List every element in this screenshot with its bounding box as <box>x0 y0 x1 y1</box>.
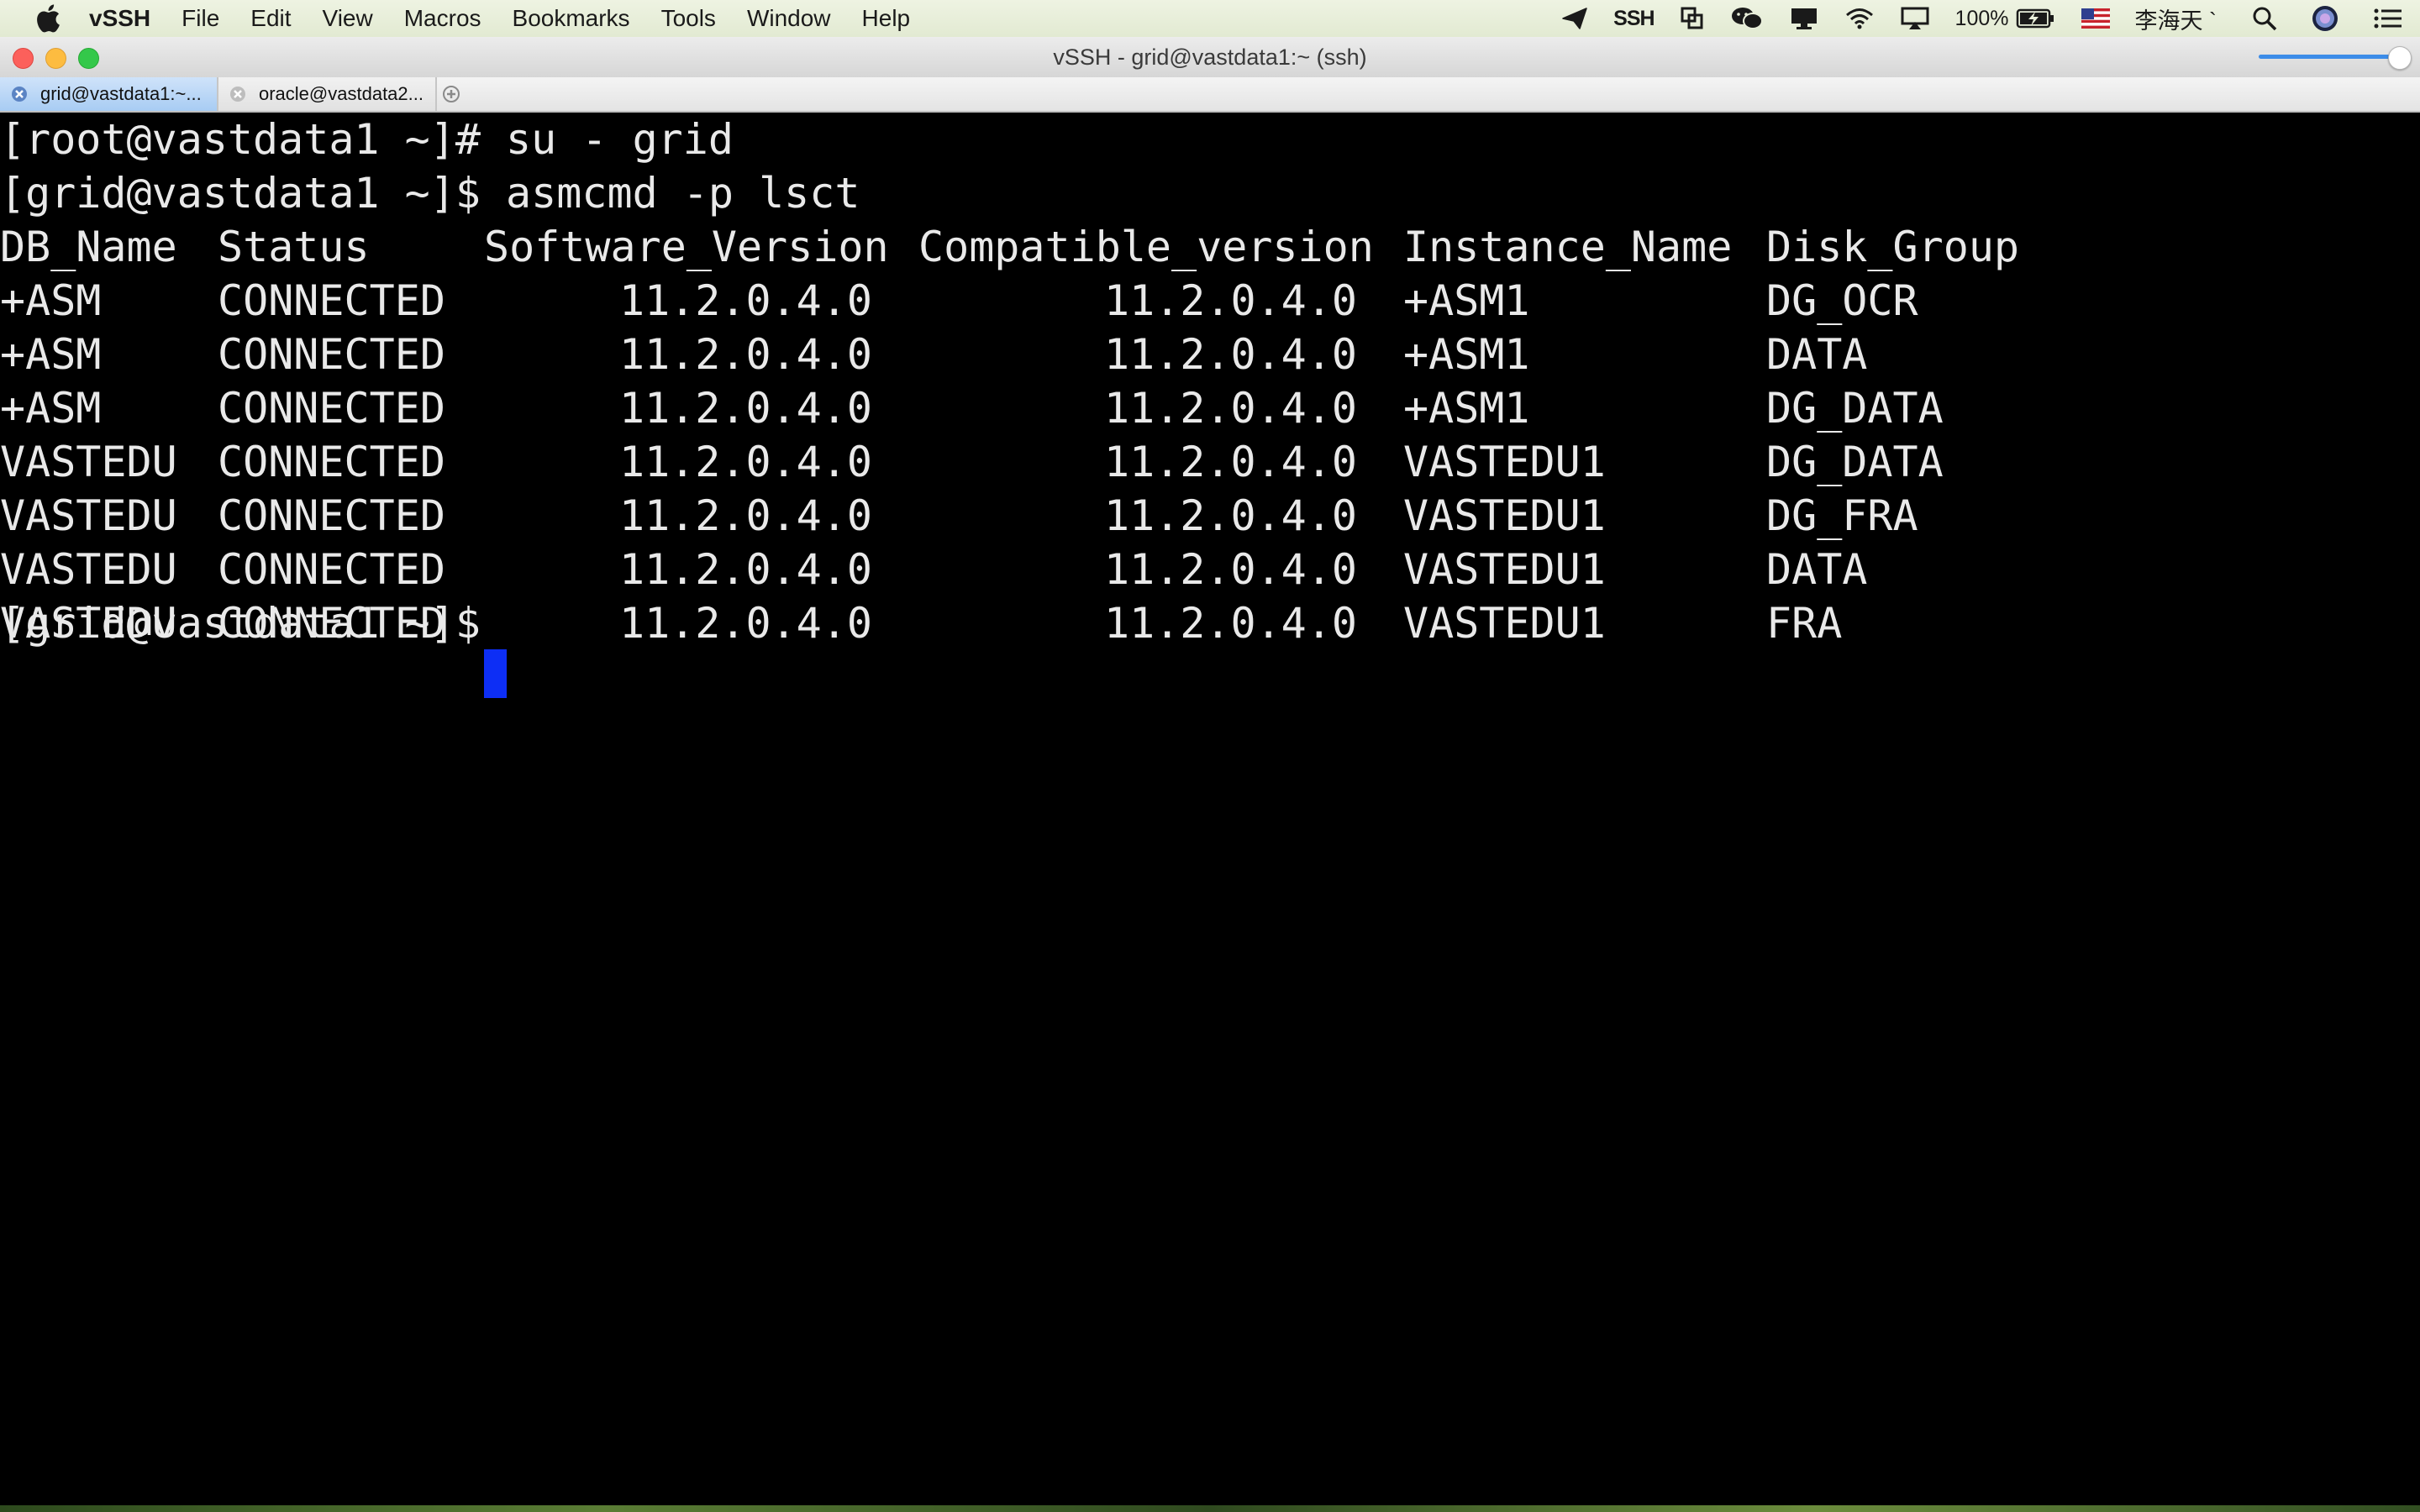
terminal-line: [grid@vastdata1 ~]$ asmcmd -p lsct <box>0 169 860 218</box>
terminal-cursor <box>484 649 507 698</box>
new-tab-plus-icon[interactable] <box>442 85 460 103</box>
header-disk-group: Disk_Group <box>1766 223 2020 271</box>
tab-close-icon[interactable] <box>10 85 29 103</box>
menu-bar: vSSH File Edit View Macros Bookmarks Too… <box>0 0 2420 37</box>
battery-percent: 100% <box>1954 6 2009 30</box>
cell-disk-group: DATA <box>1766 330 1868 379</box>
cell-disk-group: DG_DATA <box>1766 438 1944 486</box>
cell-db-name: +ASM <box>0 330 102 379</box>
tab-bar: grid@vastdata1:~... oracle@vastdata2... <box>0 77 2420 113</box>
wifi-icon[interactable] <box>1844 7 1875 30</box>
cell-instance-name: VASTEDU1 <box>1403 438 1606 486</box>
paper-plane-icon[interactable] <box>1561 7 1588 30</box>
ssh-status-label: SSH <box>1613 6 1655 30</box>
header-instance-name: Instance_Name <box>1403 223 1733 271</box>
list-icon[interactable] <box>2373 7 2403 30</box>
terminal-prompt: [grid@vastdata1 ~]$ <box>0 599 507 648</box>
table-row: VASTEDU CONNECTED 11.2.0.4.0 11.2.0.4.0 VAST… <box>0 489 2420 543</box>
tab-close-icon[interactable] <box>229 85 247 103</box>
table-row: +ASM CONNECTED 11.2.0.4.0 11.2.0.4.0 +ASM1 DG… <box>0 274 2420 328</box>
ssh-icon[interactable]: SSH <box>1613 6 1655 31</box>
cell-instance-name: +ASM1 <box>1403 330 1530 379</box>
menu-tools[interactable]: Tools <box>661 5 716 32</box>
tab-grid-vastdata1[interactable]: grid@vastdata1:~... <box>0 77 218 111</box>
status-area: SSH 100% 李海天 ` <box>1536 0 2403 37</box>
cell-compatible-version: 11.2.0.4.0 <box>1103 599 1357 648</box>
cell-disk-group: DATA <box>1766 545 1868 594</box>
wechat-icon[interactable] <box>1730 5 1764 32</box>
menu-edit[interactable]: Edit <box>250 5 291 32</box>
table-row: +ASM CONNECTED 11.2.0.4.0 11.2.0.4.0 +ASM1 DG… <box>0 381 2420 435</box>
cell-status: CONNECTED <box>218 438 445 486</box>
cell-compatible-version: 11.2.0.4.0 <box>1103 330 1357 379</box>
apple-icon[interactable] <box>35 4 60 33</box>
menu-view[interactable]: View <box>323 5 373 32</box>
terminal-area[interactable]: [root@vastdata1 ~]# su - grid [grid@vast… <box>0 113 2420 1505</box>
copy-icon[interactable] <box>1680 6 1705 31</box>
cell-status: CONNECTED <box>218 384 445 433</box>
window-title-bar[interactable]: vSSH - grid@vastdata1:~ (ssh) <box>0 37 2420 77</box>
monitor-icon[interactable] <box>1789 6 1819 31</box>
cell-disk-group: DG_FRA <box>1766 491 1918 540</box>
cell-status: CONNECTED <box>218 545 445 594</box>
cell-compatible-version: 11.2.0.4.0 <box>1103 384 1357 433</box>
cell-db-name: VASTEDU <box>0 491 177 540</box>
cell-software-version: 11.2.0.4.0 <box>618 545 872 594</box>
cell-software-version: 11.2.0.4.0 <box>618 384 872 433</box>
menu-macros[interactable]: Macros <box>404 5 481 32</box>
cell-disk-group: DG_DATA <box>1766 384 1944 433</box>
cell-db-name: VASTEDU <box>0 438 177 486</box>
cell-status: CONNECTED <box>218 491 445 540</box>
menu-bookmarks[interactable]: Bookmarks <box>513 5 630 32</box>
cell-software-version: 11.2.0.4.0 <box>618 491 872 540</box>
cell-software-version: 11.2.0.4.0 <box>618 599 872 648</box>
tab-label: grid@vastdata1:~... <box>40 83 202 104</box>
cell-db-name: +ASM <box>0 384 102 433</box>
table-row: +ASM CONNECTED 11.2.0.4.0 11.2.0.4.0 +ASM1 DA… <box>0 328 2420 381</box>
airplay-icon[interactable] <box>1900 6 1930 31</box>
header-software-version: Software_Version <box>484 223 889 271</box>
tab-label: oracle@vastdata2... <box>259 83 424 104</box>
cell-software-version: 11.2.0.4.0 <box>618 438 872 486</box>
font-size-slider[interactable] <box>2259 55 2402 59</box>
header-compatible-version: Compatible_version <box>918 223 1374 271</box>
cell-instance-name: +ASM1 <box>1403 384 1530 433</box>
cell-db-name: +ASM <box>0 276 102 325</box>
cell-disk-group: FRA <box>1766 599 1843 648</box>
cell-instance-name: +ASM1 <box>1403 276 1530 325</box>
cell-db-name: VASTEDU <box>0 545 177 594</box>
menu-app-vssh[interactable]: vSSH <box>89 5 150 32</box>
header-db-name: DB_Name <box>0 223 177 271</box>
user-name[interactable]: 李海天 ` <box>2135 3 2217 35</box>
cell-compatible-version: 11.2.0.4.0 <box>1103 491 1357 540</box>
cell-instance-name: VASTEDU1 <box>1403 491 1606 540</box>
table-header-row: DB_Name Status Software_Version Compatib… <box>0 220 2420 274</box>
table-row: VASTEDU CONNECTED 11.2.0.4.0 11.2.0.4.0 VAST… <box>0 435 2420 489</box>
cell-status: CONNECTED <box>218 276 445 325</box>
cell-instance-name: VASTEDU1 <box>1403 599 1606 648</box>
cell-compatible-version: 11.2.0.4.0 <box>1103 276 1357 325</box>
avatar-icon[interactable] <box>2311 4 2339 33</box>
desktop-wallpaper-strip <box>0 1505 2420 1512</box>
battery-icon[interactable] <box>2016 8 2056 29</box>
cell-software-version: 11.2.0.4.0 <box>618 330 872 379</box>
cell-instance-name: VASTEDU1 <box>1403 545 1606 594</box>
terminal-line: [root@vastdata1 ~]# su - grid <box>0 115 734 164</box>
cell-disk-group: DG_OCR <box>1766 276 1918 325</box>
search-icon[interactable] <box>2252 6 2277 31</box>
us-flag-icon[interactable] <box>2081 8 2110 29</box>
cell-compatible-version: 11.2.0.4.0 <box>1103 438 1357 486</box>
table-row: VASTEDU CONNECTED 11.2.0.4.0 11.2.0.4.0 VAST… <box>0 543 2420 596</box>
cell-compatible-version: 11.2.0.4.0 <box>1103 545 1357 594</box>
tab-oracle-vastdata2[interactable]: oracle@vastdata2... <box>218 77 437 111</box>
slider-knob[interactable] <box>2388 46 2412 70</box>
menu-help[interactable]: Help <box>862 5 911 32</box>
menu-window[interactable]: Window <box>747 5 831 32</box>
menu-file[interactable]: File <box>182 5 219 32</box>
window-title: vSSH - grid@vastdata1:~ (ssh) <box>1053 45 1367 70</box>
header-status: Status <box>218 223 370 271</box>
cell-status: CONNECTED <box>218 330 445 379</box>
cell-software-version: 11.2.0.4.0 <box>618 276 872 325</box>
